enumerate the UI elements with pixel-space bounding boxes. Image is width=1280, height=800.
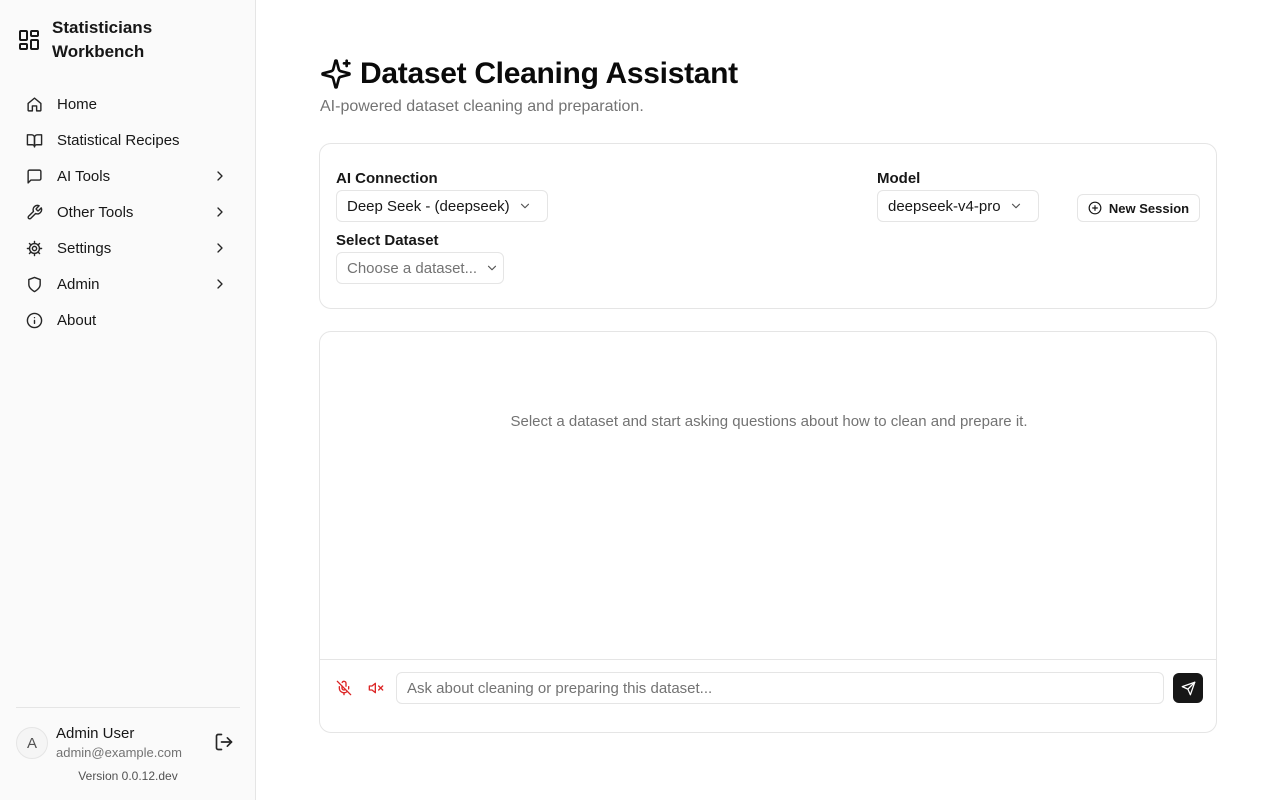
dataset-placeholder: Choose a dataset... [347,259,478,277]
model-select[interactable]: deepseek-v4-pro [877,190,1039,222]
sparkles-icon [320,58,352,90]
sidebar-item-label: Statistical Recipes [57,131,180,149]
settings-card: AI Connection Deep Seek - (deepseek) Mod… [319,143,1217,309]
chat-card: Select a dataset and start asking questi… [319,331,1217,733]
send-icon [1181,681,1196,696]
chat-empty-message: Select a dataset and start asking questi… [510,413,1028,430]
connection-label: AI Connection [336,170,438,187]
chevron-down-icon [485,261,499,275]
page-title: Dataset Cleaning Assistant [360,57,738,90]
dataset-label: Select Dataset [336,232,439,249]
home-icon [26,96,43,113]
dataset-select[interactable]: Choose a dataset... [336,252,504,284]
chevron-down-icon [518,199,532,213]
sidebar-item-label: Other Tools [57,203,134,221]
new-session-label: New Session [1108,200,1190,216]
volume-off-icon[interactable] [368,680,384,696]
sidebar-item-label: Settings [57,239,112,257]
connection-select[interactable]: Deep Seek - (deepseek) [336,190,548,222]
chevron-down-icon [1009,199,1023,213]
avatar: A [16,727,48,759]
sidebar-item-label: Home [57,95,98,113]
model-label: Model [877,170,921,187]
page-subtitle: AI-powered dataset cleaning and preparat… [320,98,644,115]
chevron-right-icon [212,168,228,184]
sidebar-item-label: Admin [57,275,100,293]
chevron-right-icon [212,276,228,292]
chevron-right-icon [212,204,228,220]
main-content: Dataset Cleaning Assistant AI-powered da… [256,0,1280,800]
sidebar-item-ai-tools[interactable]: AI Tools [16,158,240,194]
app-title: Statisticians Workbench [52,18,153,61]
book-open-icon [26,132,43,149]
sidebar-item-home[interactable]: Home [16,86,240,122]
sidebar-item-other-tools[interactable]: Other Tools [16,194,240,230]
gear-icon [26,240,43,257]
connection-value: Deep Seek - (deepseek) [347,197,510,215]
message-square-icon [26,168,43,185]
mic-off-icon[interactable] [336,680,352,696]
send-button[interactable] [1173,673,1203,703]
sidebar-item-label: AI Tools [57,167,111,185]
model-value: deepseek-v4-pro [888,197,1001,215]
app-version: Version 0.0.12.dev [78,769,178,783]
new-session-button[interactable]: New Session [1077,194,1200,222]
chat-input-bar [320,659,1216,732]
chevron-right-icon [212,240,228,256]
sidebar-footer: A Admin User admin@example.com Version 0… [16,707,240,783]
page-header: Dataset Cleaning Assistant [320,56,738,92]
shield-icon [26,276,43,293]
sidebar-item-settings[interactable]: Settings [16,230,240,266]
sidebar-item-label: About [57,311,97,329]
brand[interactable]: Statisticians Workbench [16,16,240,64]
user-profile: A Admin User admin@example.com [16,708,240,764]
plus-circle-icon [1088,201,1102,215]
logout-icon[interactable] [214,732,234,752]
sidebar-item-statistical-recipes[interactable]: Statistical Recipes [16,122,240,158]
sidebar-item-admin[interactable]: Admin [16,266,240,302]
layout-grid-icon [17,28,41,52]
sidebar-item-about[interactable]: About [16,302,240,338]
user-email: admin@example.com [56,745,182,760]
info-icon [26,312,43,329]
sidebar: Statisticians Workbench Home Statistical… [0,0,256,800]
user-name: Admin User [56,725,135,742]
wrench-icon [26,204,43,221]
chat-input[interactable] [396,672,1164,704]
sidebar-nav: Home Statistical Recipes AI Tools Other … [16,86,240,338]
